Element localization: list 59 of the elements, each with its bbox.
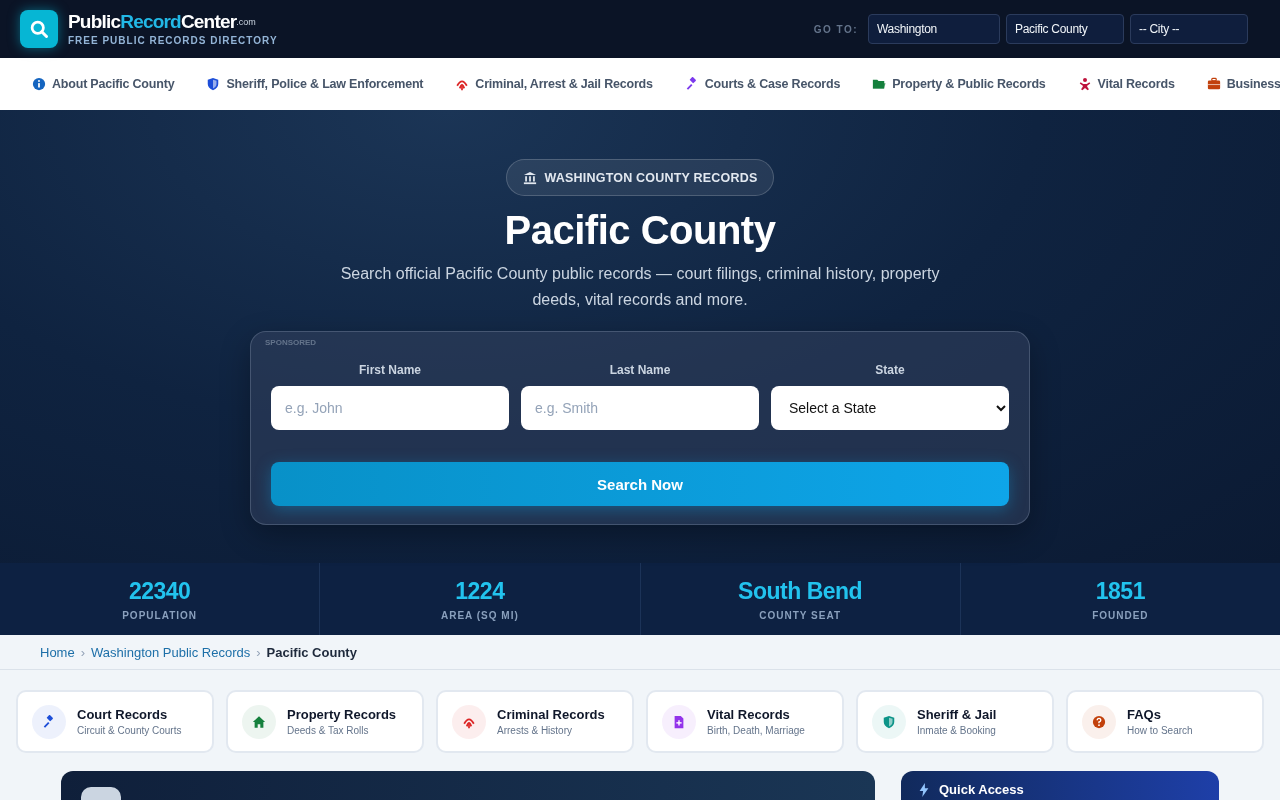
field-label: Last Name	[609, 363, 671, 377]
nav-link[interactable]: Property & Public Records	[872, 77, 1046, 91]
quick-link-card[interactable]: Criminal Records Arrests & History	[436, 690, 634, 753]
card-title: Court Records	[77, 707, 169, 722]
stat-label: COUNTY SEAT	[759, 609, 841, 621]
nav-link[interactable]: About Pacific County	[32, 77, 175, 91]
card-subtitle: Deeds & Tax Rolls	[287, 725, 370, 736]
hero-subtitle: Search official Pacific County public records — court filings, criminal history, property deeds, vital records and more.	[339, 264, 941, 310]
nav-link[interactable]: Business	[1206, 77, 1280, 91]
select-field[interactable]: Select a State	[771, 386, 1009, 430]
input-field[interactable]: e.g. Smith	[521, 386, 759, 430]
building-icon	[522, 170, 537, 185]
quick-link-card[interactable]: Property Records Deeds & Tax Rolls	[226, 690, 424, 753]
breadcrumb-link[interactable]: Washington Public Records	[91, 644, 251, 660]
location-select[interactable]: -- City --	[1130, 14, 1248, 44]
nav-link[interactable]: Criminal, Arrest & Jail Records	[455, 77, 653, 91]
quick-link-card[interactable]: Vital Records Birth, Death, Marriage	[646, 690, 844, 753]
logo-badge[interactable]	[20, 10, 58, 48]
location-select[interactable]: Pacific County	[1006, 14, 1124, 44]
quick-link-card[interactable]: FAQs How to Search	[1066, 690, 1264, 753]
breadcrumb-separator: ›	[256, 644, 261, 660]
search-icon	[29, 19, 49, 39]
location-select[interactable]: Washington	[868, 14, 1000, 44]
stat-value: 1224	[455, 577, 505, 605]
bolt-icon	[917, 783, 931, 797]
sponsored-label: SPONSORED	[265, 338, 318, 347]
logo-wordmark[interactable]: PublicRecordCenter$^{.com}$	[68, 12, 278, 32]
quick-link-card[interactable]: Court Records Circuit & County Courts	[16, 690, 214, 753]
breadcrumb-link[interactable]: Home	[40, 644, 75, 660]
card-title: Criminal Records	[497, 707, 605, 722]
breadcrumb-current: Pacific County	[266, 644, 357, 660]
stat-label: FOUNDED	[1092, 609, 1149, 621]
county-badge: WASHINGTON COUNTY RECORDS	[505, 159, 775, 196]
breadcrumb-separator: ›	[80, 644, 86, 660]
stat-label: POPULATION	[122, 609, 198, 621]
card-subtitle: Birth, Death, Marriage	[707, 725, 805, 736]
nav-link[interactable]: Courts & Case Records	[684, 77, 841, 91]
card-title: Sheriff & Jail	[917, 707, 997, 722]
field-label: First Name	[359, 363, 421, 377]
card-subtitle: Inmate & Booking	[917, 725, 997, 736]
logo-tagline: FREE PUBLIC RECORDS DIRECTORY	[68, 35, 278, 46]
field-label: State	[875, 363, 905, 377]
goto-label: GO TO:	[813, 23, 858, 35]
card-title: Vital Records	[707, 707, 791, 722]
nav-link[interactable]: Vital Records	[1077, 77, 1175, 91]
nav-link[interactable]: Sheriff, Police & Law Enforcement	[206, 77, 424, 91]
card-title: Property Records	[287, 707, 397, 722]
card-subtitle: How to Search	[1127, 725, 1193, 736]
stat-label: AREA (SQ MI)	[441, 609, 519, 621]
card-subtitle: Arrests & History	[497, 725, 573, 736]
panel-title: Quick Access	[939, 783, 1024, 797]
card-title: FAQs	[1127, 707, 1162, 722]
quick-link-card[interactable]: Sheriff & Jail Inmate & Booking	[856, 690, 1054, 753]
stat-value: 22340	[128, 577, 191, 605]
card-subtitle: Circuit & County Courts	[77, 725, 182, 736]
page-title: Pacific County	[504, 208, 776, 253]
stat-value: South Bend	[738, 577, 863, 605]
input-field[interactable]: e.g. John	[271, 386, 509, 430]
stat-value: 1851	[1095, 577, 1145, 605]
